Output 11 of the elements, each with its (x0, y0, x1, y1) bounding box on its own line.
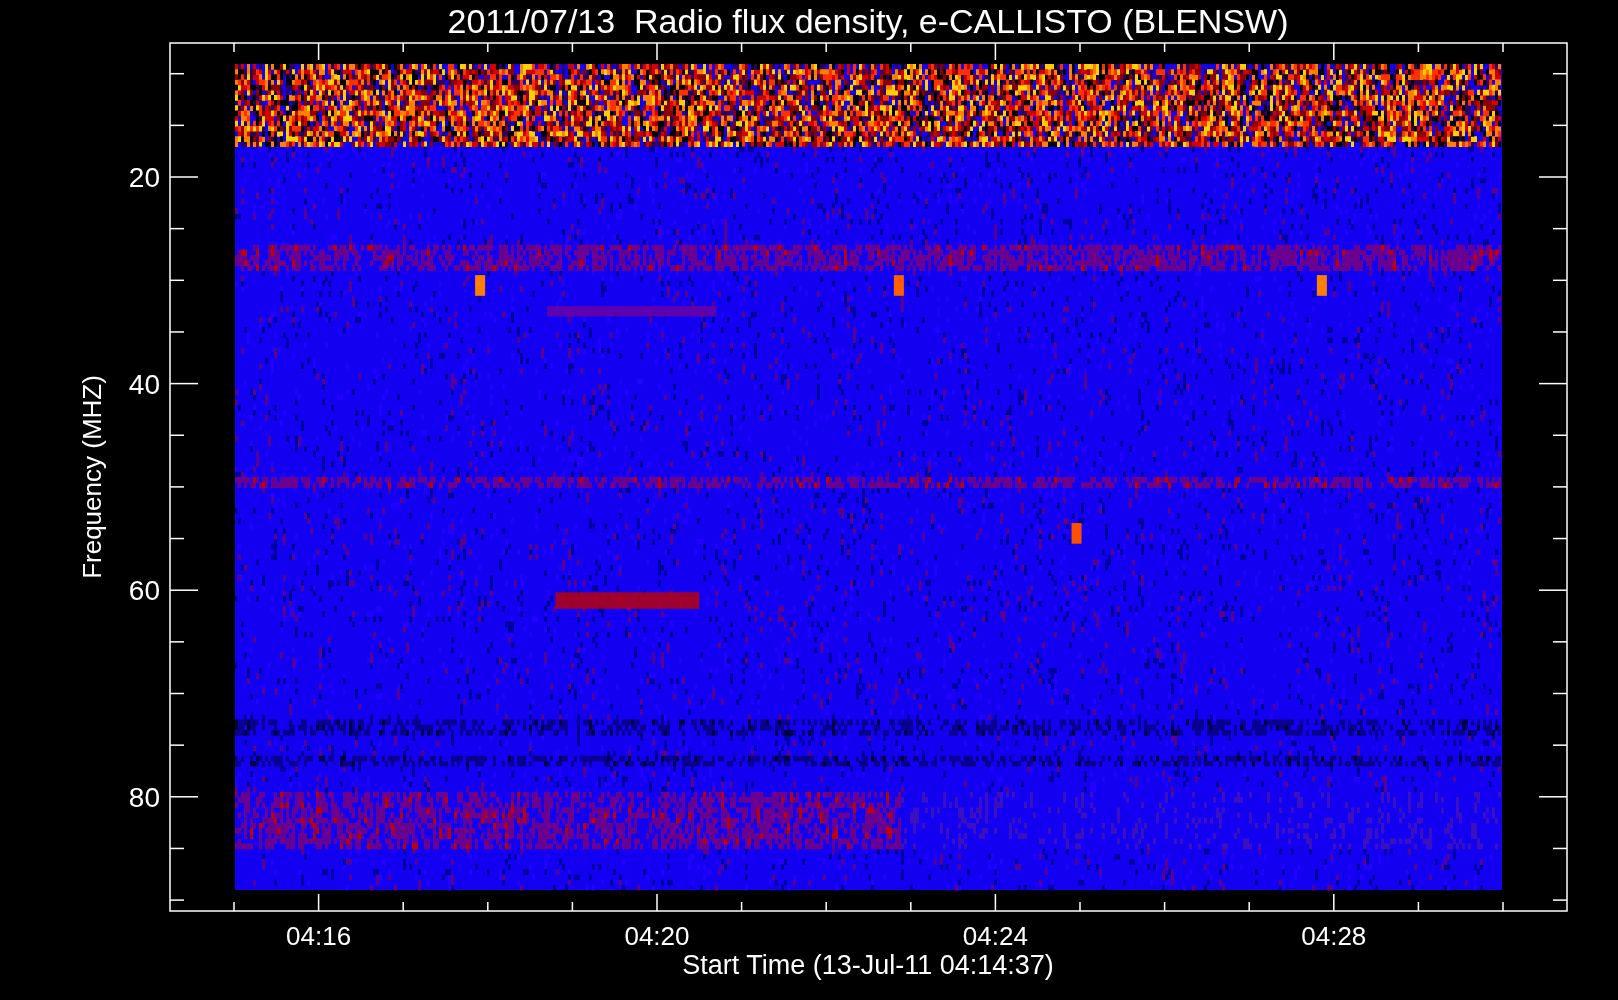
x-axis-title: Start Time (13-Jul-11 04:14:37) (682, 950, 1054, 980)
chart-title: 2011/07/13 Radio flux density, e-CALLISTO (BLENSW) (447, 2, 1289, 40)
x-tick-label: 04:24 (962, 921, 1028, 951)
y-tick-label: 20 (128, 162, 160, 193)
x-tick-label: 04:16 (286, 921, 352, 951)
x-tick-label: 04:28 (1301, 921, 1367, 951)
x-tick-label: 04:20 (624, 921, 690, 951)
y-tick-label: 80 (128, 781, 160, 813)
y-axis-title: Frequency (MHZ) (77, 375, 107, 579)
y-tick-label: 40 (128, 368, 160, 400)
y-tick-label: 60 (128, 575, 160, 607)
